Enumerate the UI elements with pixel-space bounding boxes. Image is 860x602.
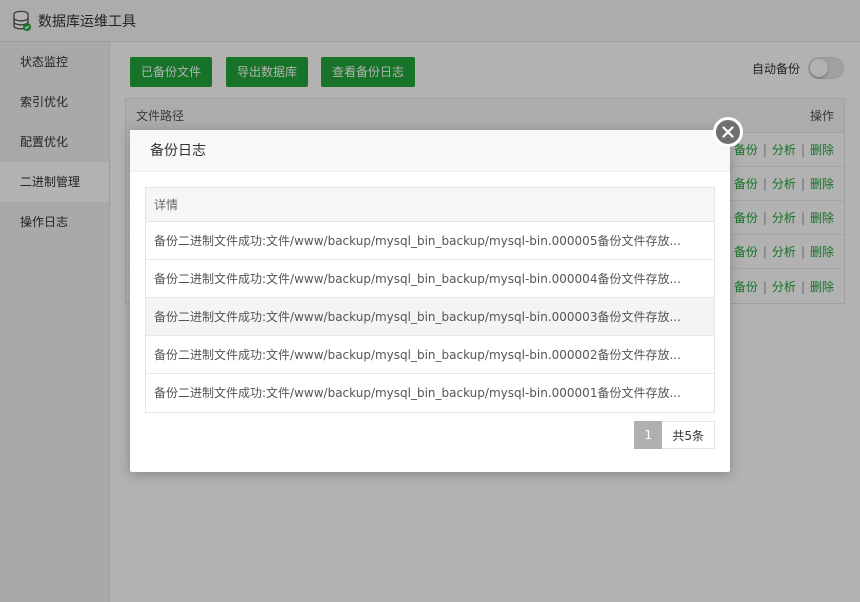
log-row: 备份二进制文件成功:文件/www/backup/mysql_bin_backup…	[146, 222, 714, 260]
log-table: 详情 备份二进制文件成功:文件/www/backup/mysql_bin_bac…	[145, 187, 715, 413]
log-row: 备份二进制文件成功:文件/www/backup/mysql_bin_backup…	[146, 336, 714, 374]
backup-log-modal: 备份日志 详情 备份二进制文件成功:文件/www/backup/mysql_bi…	[130, 130, 730, 472]
pagination: 1 共5条	[634, 421, 715, 449]
log-row: 备份二进制文件成功:文件/www/backup/mysql_bin_backup…	[146, 298, 714, 336]
log-table-header: 详情	[146, 188, 714, 222]
log-row: 备份二进制文件成功:文件/www/backup/mysql_bin_backup…	[154, 386, 681, 400]
page-button-current[interactable]: 1	[634, 421, 663, 449]
log-row: 备份二进制文件成功:文件/www/backup/mysql_bin_backup…	[146, 260, 714, 298]
total-count: 共5条	[662, 421, 715, 449]
modal-title: 备份日志	[130, 130, 730, 172]
close-icon[interactable]	[713, 117, 743, 147]
